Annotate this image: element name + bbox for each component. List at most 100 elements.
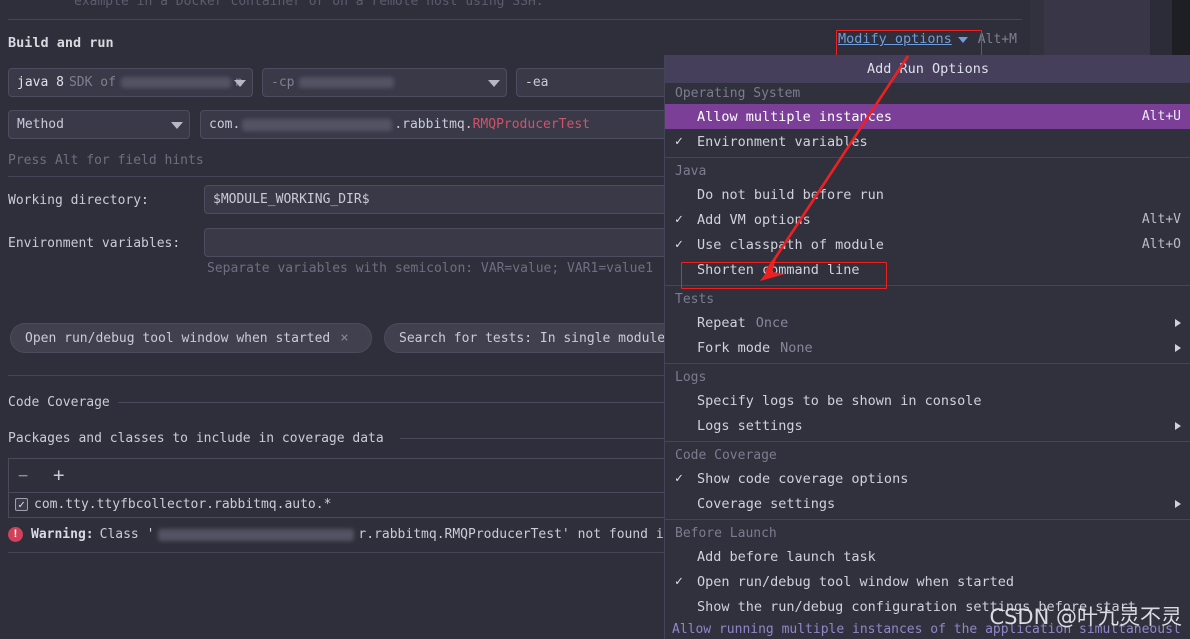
jre-select[interactable]: java 8 SDK of n <box>8 68 253 97</box>
classpath-select[interactable]: -cp <box>262 68 507 97</box>
class-suffix: .rabbitmq. <box>394 117 473 132</box>
menu-separator <box>665 363 1190 364</box>
menu-item-label: Do not build before run <box>697 186 884 203</box>
menu-separator <box>665 519 1190 520</box>
menu-item[interactable]: Allow multiple instances Alt+U <box>665 104 1190 129</box>
add-run-options-menu[interactable]: Add Run Options Operating System Allow mu… <box>664 55 1190 639</box>
menu-separator <box>665 157 1190 158</box>
menu-item[interactable]: ✓ Open run/debug tool window when started <box>665 569 1190 594</box>
menu-item-label: Add before launch task <box>697 548 876 565</box>
code-coverage-title: Code Coverage <box>8 395 110 410</box>
class-redacted <box>242 118 393 131</box>
modify-options-link[interactable]: Modify options <box>838 31 968 47</box>
menu-item-label: Coverage settings <box>697 495 836 512</box>
chevron-down-icon[interactable] <box>234 79 246 87</box>
divider-top <box>8 19 1022 20</box>
jre-version: java 8 <box>17 75 64 90</box>
menu-item-shortcut: Alt+V <box>1141 212 1181 227</box>
menu-item-label: Allow multiple instances <box>697 108 893 125</box>
coverage-row[interactable]: ✓ com.tty.ttyfbcollector.rabbitmq.auto.* <box>15 497 331 512</box>
cut-off-description-text: example in a Docker container or on a re… <box>74 0 544 9</box>
add-entry-button[interactable]: + <box>53 464 64 486</box>
warning-message: ! Warning: Class ' r.rabbitmq.RMQProduce… <box>8 527 687 542</box>
chip-label: Search for tests: In single module <box>399 330 666 346</box>
environment-variables-label: Environment variables: <box>8 236 181 251</box>
menu-item[interactable]: Logs settings <box>665 413 1190 438</box>
jre-redacted-path <box>120 77 231 88</box>
error-icon: ! <box>8 527 23 542</box>
menu-item-label: Add VM options <box>697 211 811 228</box>
menu-item[interactable]: Do not build before run <box>665 182 1190 207</box>
submenu-arrow-icon <box>1175 343 1181 352</box>
modify-options-label: Modify options <box>838 31 952 47</box>
run-configuration-dialog: example in a Docker container or on a re… <box>0 0 1190 639</box>
test-kind-value: Method <box>17 117 64 132</box>
menu-body: Operating System Allow multiple instances… <box>665 83 1190 619</box>
menu-item-shortcut: Alt+O <box>1141 237 1181 252</box>
working-directory-value: $MODULE_WORKING_DIR$ <box>213 192 370 207</box>
menu-item-value: None <box>780 339 813 356</box>
menu-group-label: Logs <box>675 370 707 385</box>
menu-group-label: Code Coverage <box>675 448 777 463</box>
warning-prefix: Warning: <box>31 527 94 542</box>
menu-item[interactable]: ✓ Use classpath of module Alt+O <box>665 232 1190 257</box>
menu-item-label: Use classpath of module <box>697 236 884 253</box>
close-icon[interactable]: × <box>340 330 348 346</box>
warning-redacted <box>158 528 355 541</box>
menu-item[interactable]: Add before launch task <box>665 544 1190 569</box>
menu-separator <box>665 285 1190 286</box>
chevron-down-icon <box>957 37 968 43</box>
chip-search-for-tests[interactable]: Search for tests: In single module <box>384 323 694 353</box>
menu-item[interactable]: ✓ Show code coverage options <box>665 466 1190 491</box>
warning-text-before: Class ' <box>99 527 155 542</box>
check-icon: ✓ <box>675 471 683 486</box>
menu-item-label: Environment variables <box>697 133 868 150</box>
menu-item-label: Open run/debug tool window when started <box>697 573 1014 590</box>
chevron-down-icon[interactable] <box>488 79 500 87</box>
menu-group-label: Operating System <box>675 86 801 101</box>
submenu-arrow-icon <box>1175 421 1181 430</box>
check-icon: ✓ <box>675 237 683 252</box>
menu-item[interactable]: ✓ Environment variables <box>665 129 1190 154</box>
classpath-redacted <box>299 77 395 88</box>
coverage-row-checkbox[interactable]: ✓ <box>15 498 28 511</box>
menu-item[interactable]: Fork mode None <box>665 335 1190 360</box>
menu-item-shortcut: Alt+U <box>1141 109 1181 124</box>
menu-item-label: Specify logs to be shown in console <box>697 392 982 409</box>
menu-item[interactable]: Repeat Once <box>665 310 1190 335</box>
menu-item[interactable]: Shorten command line <box>665 257 1190 282</box>
menu-item-label: Fork mode <box>697 339 771 356</box>
alt-hint-text: Press Alt for field hints <box>8 153 204 168</box>
menu-item[interactable]: ✓ Add VM options Alt+V <box>665 207 1190 232</box>
classpath-prefix: -cp <box>271 75 295 90</box>
test-kind-select[interactable]: Method <box>8 110 190 139</box>
chip-label: Open run/debug tool window when started <box>25 330 331 346</box>
chevron-down-icon[interactable] <box>171 121 183 129</box>
coverage-group-title: Packages and classes to include in cover… <box>8 431 384 446</box>
menu-item-label: Show code coverage options <box>697 470 909 487</box>
class-prefix: com. <box>209 117 241 132</box>
check-icon: ✓ <box>675 212 683 227</box>
working-directory-label: Working directory: <box>8 193 149 208</box>
coverage-row-label: com.tty.ttyfbcollector.rabbitmq.auto.* <box>34 497 332 512</box>
csdn-watermark: CSDN @叶九灵不灵 <box>989 605 1182 629</box>
menu-separator <box>665 441 1190 442</box>
chip-open-tool-window[interactable]: Open run/debug tool window when started … <box>10 323 372 353</box>
remove-entry-button[interactable]: − <box>18 466 28 486</box>
menu-item-value: Once <box>755 314 789 331</box>
menu-item-label: Repeat <box>697 314 746 331</box>
menu-item[interactable]: Specify logs to be shown in console <box>665 388 1190 413</box>
menu-group-label: Tests <box>675 292 715 307</box>
menu-item[interactable]: Coverage settings <box>665 491 1190 516</box>
class-name-highlight: RMQProducerTest <box>472 117 590 132</box>
menu-item-label: Logs settings <box>697 417 803 434</box>
check-icon: ✓ <box>675 574 683 589</box>
modify-options-control[interactable]: Modify options Alt+M <box>838 31 1017 47</box>
check-icon: ✓ <box>675 134 683 149</box>
environment-variables-hint: Separate variables with semicolon: VAR=v… <box>207 261 654 276</box>
warning-text-after: r.rabbitmq.RMQProducerTest' not found in… <box>358 527 688 542</box>
menu-group-label: Before Launch <box>675 526 777 541</box>
menu-header: Add Run Options <box>665 55 1190 83</box>
menu-item-label: Shorten command line <box>697 261 860 278</box>
vm-options-value: -ea <box>525 75 549 90</box>
